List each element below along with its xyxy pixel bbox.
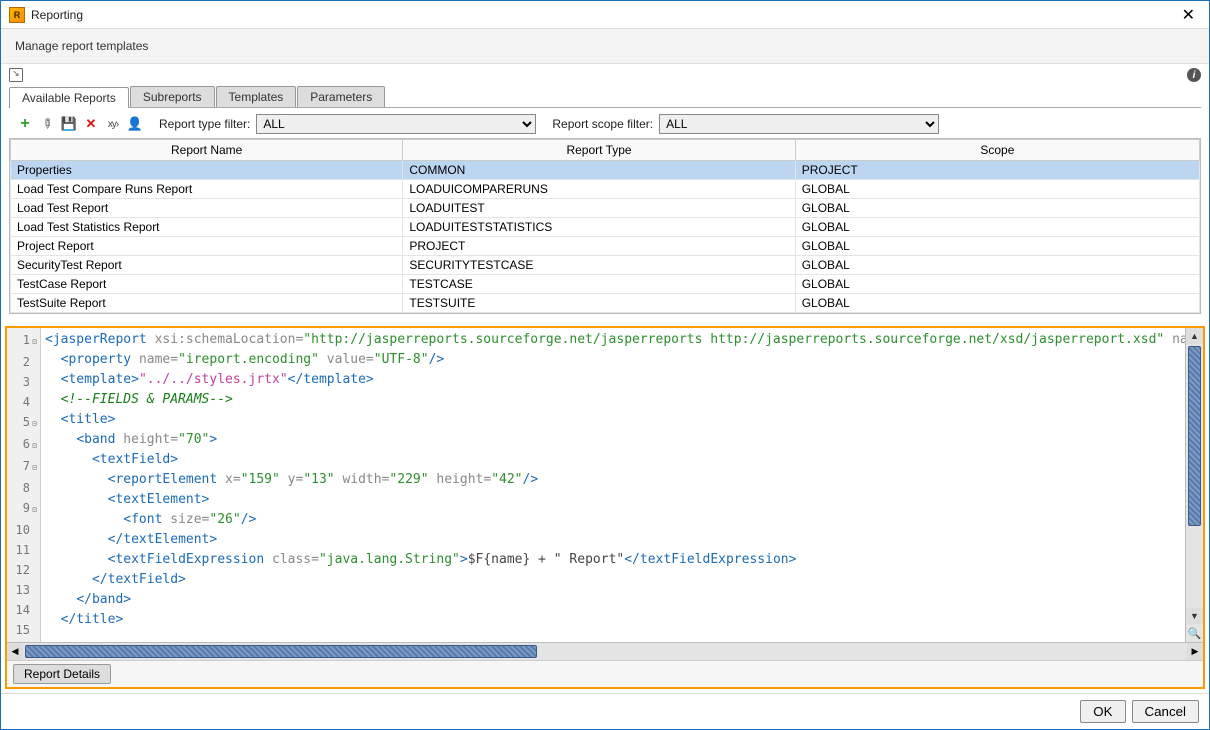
expand-icon[interactable] bbox=[9, 68, 23, 82]
info-icon[interactable]: i bbox=[1187, 68, 1201, 82]
scroll-up-icon[interactable]: ▲ bbox=[1186, 328, 1203, 344]
cancel-button[interactable]: Cancel bbox=[1132, 700, 1200, 723]
cell-type: SECURITYTESTCASE bbox=[403, 256, 795, 275]
type-filter-label: Report type filter: bbox=[159, 117, 250, 131]
cell-scope: GLOBAL bbox=[795, 256, 1199, 275]
info-bar: i bbox=[1, 64, 1209, 86]
cell-name: Project Report bbox=[11, 237, 403, 256]
cell-name: TestSuite Report bbox=[11, 294, 403, 313]
table-row[interactable]: Load Test Statistics ReportLOADUITESTSTA… bbox=[11, 218, 1200, 237]
cell-name: TestCase Report bbox=[11, 275, 403, 294]
scroll-down-icon[interactable]: ▼ bbox=[1186, 608, 1203, 624]
close-icon[interactable]: ✕ bbox=[1176, 1, 1201, 29]
scope-filter-label: Report scope filter: bbox=[552, 117, 653, 131]
table-row[interactable]: Load Test Compare Runs ReportLOADUICOMPA… bbox=[11, 180, 1200, 199]
table-row[interactable]: Project ReportPROJECTGLOBAL bbox=[11, 237, 1200, 256]
window-title: Reporting bbox=[31, 8, 83, 22]
hscroll-track[interactable] bbox=[23, 643, 1187, 660]
cell-type: PROJECT bbox=[403, 237, 795, 256]
rename-icon[interactable]: xy› bbox=[105, 116, 121, 132]
code-area[interactable]: <jasperReport xsi:schemaLocation="http:/… bbox=[41, 328, 1185, 642]
report-table-wrap: Report Name Report Type Scope Properties… bbox=[9, 138, 1201, 314]
scope-filter-select[interactable]: ALL bbox=[659, 114, 939, 134]
delete-icon[interactable]: ✕ bbox=[83, 116, 99, 132]
cell-type: LOADUITESTSTATISTICS bbox=[403, 218, 795, 237]
cell-scope: GLOBAL bbox=[795, 294, 1199, 313]
col-report-type[interactable]: Report Type bbox=[403, 140, 795, 161]
editor-body: 1⊟2345⊟6⊟7⊟89⊟101112131415 <jasperReport… bbox=[7, 328, 1203, 642]
footer: OK Cancel bbox=[1, 693, 1209, 729]
cell-type: TESTSUITE bbox=[403, 294, 795, 313]
user-icon[interactable]: 👤 bbox=[127, 116, 143, 132]
subtitle: Manage report templates bbox=[1, 29, 1209, 64]
title-bar: R Reporting ✕ bbox=[1, 1, 1209, 29]
table-row[interactable]: SecurityTest ReportSECURITYTESTCASEGLOBA… bbox=[11, 256, 1200, 275]
cell-type: COMMON bbox=[403, 161, 795, 180]
cell-name: Load Test Report bbox=[11, 199, 403, 218]
table-row[interactable]: PropertiesCOMMONPROJECT bbox=[11, 161, 1200, 180]
vscroll-thumb[interactable] bbox=[1188, 346, 1201, 526]
table-row[interactable]: TestSuite ReportTESTSUITEGLOBAL bbox=[11, 294, 1200, 313]
edit-icon[interactable]: ✎ bbox=[36, 113, 59, 136]
cell-name: Load Test Compare Runs Report bbox=[11, 180, 403, 199]
col-report-name[interactable]: Report Name bbox=[11, 140, 403, 161]
cell-scope: GLOBAL bbox=[795, 275, 1199, 294]
report-table: Report Name Report Type Scope Properties… bbox=[10, 139, 1200, 313]
hscroll-thumb[interactable] bbox=[25, 645, 537, 658]
col-scope[interactable]: Scope bbox=[795, 140, 1199, 161]
cell-scope: GLOBAL bbox=[795, 199, 1199, 218]
cell-scope: PROJECT bbox=[795, 161, 1199, 180]
tab-report-details[interactable]: Report Details bbox=[13, 664, 111, 684]
cell-name: SecurityTest Report bbox=[11, 256, 403, 275]
cell-type: LOADUICOMPARERUNS bbox=[403, 180, 795, 199]
editor-bottom-tabs: Report Details bbox=[7, 660, 1203, 687]
app-icon: R bbox=[9, 7, 25, 23]
add-icon[interactable]: + bbox=[17, 116, 33, 132]
cell-scope: GLOBAL bbox=[795, 237, 1199, 256]
tabs: Available Reports Subreports Templates P… bbox=[9, 86, 1201, 108]
cell-name: Properties bbox=[11, 161, 403, 180]
table-row[interactable]: TestCase ReportTESTCASEGLOBAL bbox=[11, 275, 1200, 294]
editor-frame: 1⊟2345⊟6⊟7⊟89⊟101112131415 <jasperReport… bbox=[5, 326, 1205, 689]
cell-type: LOADUITEST bbox=[403, 199, 795, 218]
tab-templates[interactable]: Templates bbox=[216, 86, 297, 107]
tab-available-reports[interactable]: Available Reports bbox=[9, 87, 129, 108]
ok-button[interactable]: OK bbox=[1080, 700, 1125, 723]
type-filter-select[interactable]: ALL bbox=[256, 114, 536, 134]
line-gutter: 1⊟2345⊟6⊟7⊟89⊟101112131415 bbox=[7, 328, 41, 642]
cell-scope: GLOBAL bbox=[795, 218, 1199, 237]
cell-type: TESTCASE bbox=[403, 275, 795, 294]
table-row[interactable]: Load Test ReportLOADUITESTGLOBAL bbox=[11, 199, 1200, 218]
cell-name: Load Test Statistics Report bbox=[11, 218, 403, 237]
save-icon[interactable]: 💾 bbox=[61, 116, 77, 132]
horizontal-scrollbar[interactable]: ◀ ▶ bbox=[7, 642, 1203, 660]
magnifier-icon[interactable]: 🔍 bbox=[1186, 626, 1203, 642]
tab-parameters[interactable]: Parameters bbox=[297, 86, 385, 107]
vertical-scrollbar[interactable]: ▲ ▼ 🔍 bbox=[1185, 328, 1203, 642]
tab-subreports[interactable]: Subreports bbox=[130, 86, 215, 107]
scroll-left-icon[interactable]: ◀ bbox=[7, 643, 23, 660]
scroll-right-icon[interactable]: ▶ bbox=[1187, 643, 1203, 660]
toolbar: + ✎ 💾 ✕ xy› 👤 Report type filter: ALL Re… bbox=[9, 110, 1201, 138]
cell-scope: GLOBAL bbox=[795, 180, 1199, 199]
